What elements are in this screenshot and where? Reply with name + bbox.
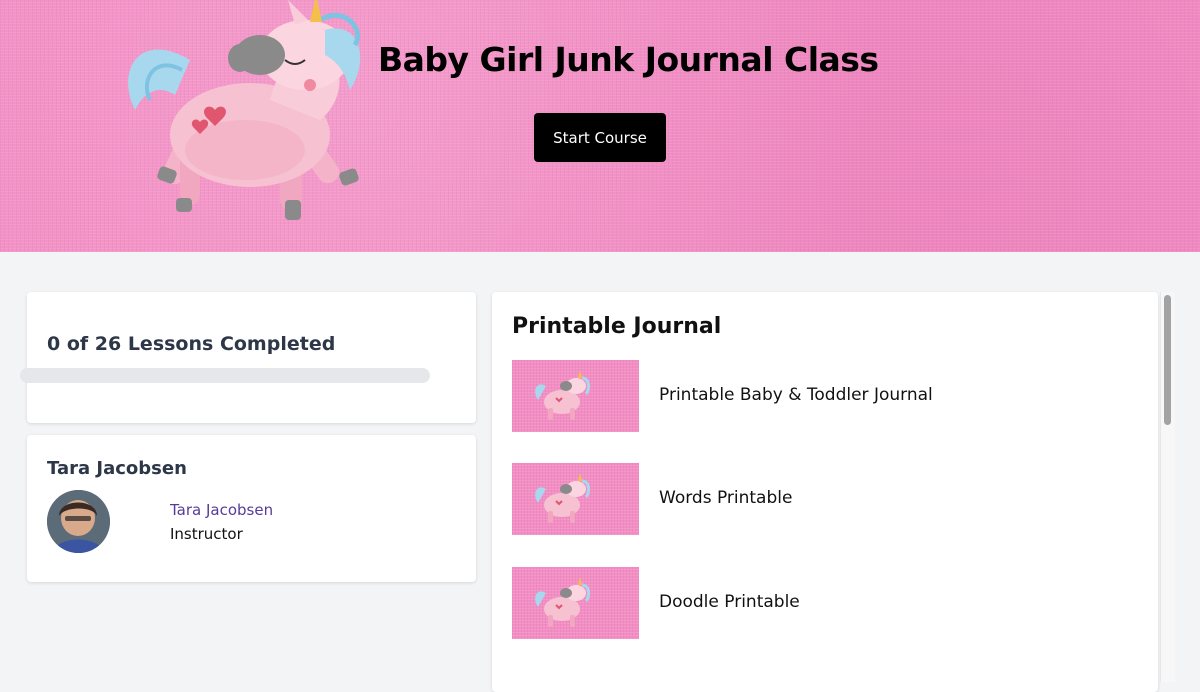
instructor-heading: Tara Jacobsen [47, 458, 187, 479]
start-course-button[interactable]: Start Course [534, 113, 666, 162]
lesson-title: Doodle Printable [659, 592, 800, 612]
lessons-section: Printable Journal Printable Baby & Toddl… [492, 292, 1158, 692]
lesson-item[interactable]: Printable Baby & Toddler Journal [512, 360, 1132, 432]
instructor-avatar [47, 490, 110, 553]
lesson-title: Words Printable [659, 488, 793, 508]
course-title: Baby Girl Junk Journal Class [378, 40, 879, 79]
scrollbar-thumb[interactable] [1164, 295, 1171, 425]
lesson-item[interactable]: Doodle Printable [512, 567, 1132, 639]
course-hero-banner: Baby Girl Junk Journal Class Start Cours… [0, 0, 1200, 252]
lesson-item[interactable]: Words Printable [512, 463, 1132, 535]
instructor-name-link[interactable]: Tara Jacobsen [170, 501, 273, 519]
unicorn-illustration [128, 0, 361, 220]
unicorn-thumbnail [512, 360, 639, 432]
lesson-title: Printable Baby & Toddler Journal [659, 385, 933, 405]
instructor-card: Tara Jacobsen Tara Jacobsen Instructor [27, 435, 476, 582]
instructor-role: Instructor [170, 525, 243, 543]
lessons-completed-label: 0 of 26 Lessons Completed [47, 333, 336, 355]
unicorn-thumbnail [512, 463, 639, 535]
progress-card: 0 of 26 Lessons Completed [27, 292, 476, 423]
progress-bar [20, 368, 430, 383]
section-title: Printable Journal [512, 314, 722, 339]
page-scrollbar[interactable] [1160, 292, 1175, 682]
unicorn-thumbnail [512, 567, 639, 639]
